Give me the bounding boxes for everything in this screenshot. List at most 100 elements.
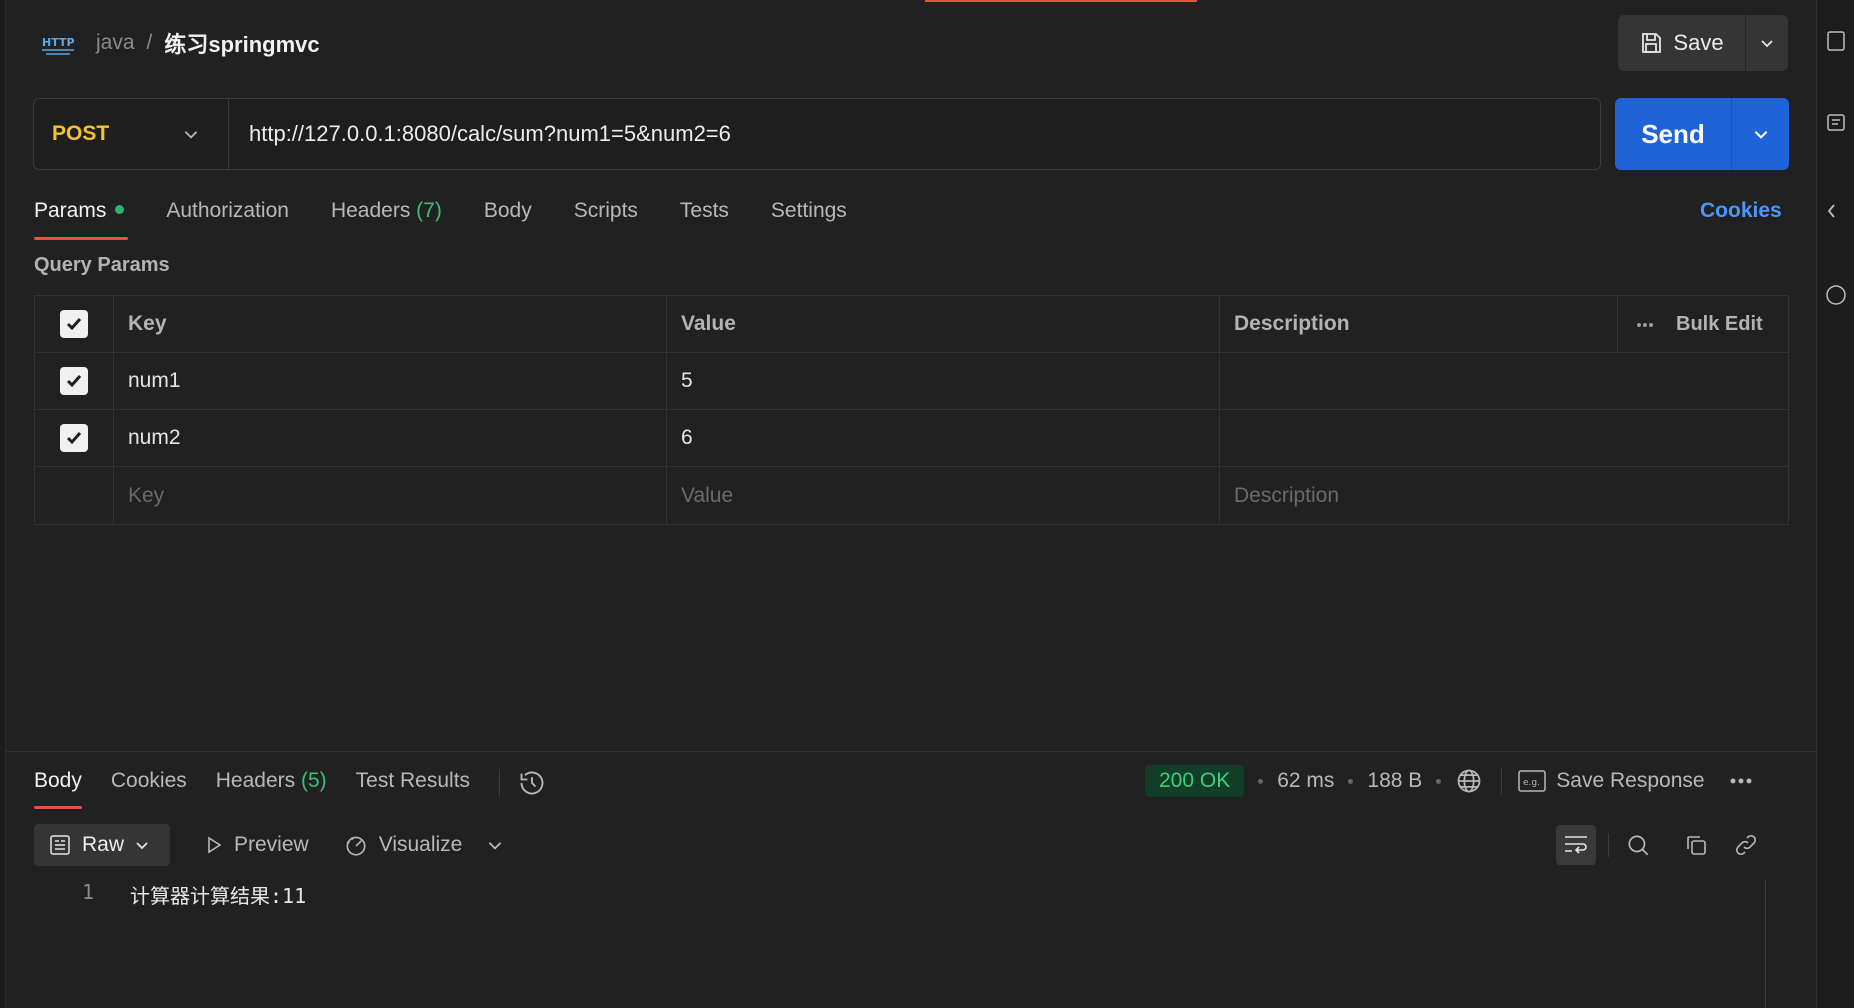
search-button[interactable] [1613,825,1663,865]
info-icon[interactable] [1825,284,1847,306]
param-value-cell[interactable]: 5 [667,353,1220,409]
table-row-empty: Key Value Description [35,467,1788,524]
save-icon [1642,33,1662,53]
tab-scripts[interactable]: Scripts [574,196,638,240]
params-active-dot [115,204,125,214]
chevron-down-icon [1754,131,1767,139]
checkmark-icon [66,318,82,331]
headers-count: (7) [416,199,442,222]
row-checkbox[interactable] [60,424,88,452]
editor-scrollbar[interactable] [1765,880,1766,1008]
preview-button[interactable]: Preview [204,833,309,857]
code-snippet-icon[interactable] [1825,200,1847,222]
raw-text-icon [50,835,70,855]
bulk-edit-button[interactable]: Bulk Edit [1676,313,1763,336]
description-column-header: Description Bulk Edit [1220,296,1788,353]
query-params-table: Key Value Description Bulk Edit num1 5 n… [34,295,1789,525]
save-label: Save [1673,30,1724,55]
request-tabs: Params Authorization Headers (7) Body Sc… [34,196,889,240]
globe-icon[interactable] [1455,767,1483,795]
response-body-text[interactable]: 计算器计算结果:11 [130,880,306,909]
line-number: 1 [81,880,94,904]
active-tab-indicator [925,0,1197,2]
select-all-cell [35,296,114,352]
save-button-group: Save [1618,15,1788,71]
request-header: HTTP java / 练习springmvc [30,18,320,68]
tab-tests[interactable]: Tests [680,196,729,240]
wrap-lines-button[interactable] [1556,825,1596,865]
response-tab-headers[interactable]: Headers (5) [216,765,327,809]
table-row: num2 6 [35,410,1788,467]
send-button-group: Send [1615,98,1789,170]
more-options-icon[interactable] [1729,777,1753,785]
chevron-down-icon[interactable] [486,836,504,854]
param-description-cell[interactable] [1220,410,1788,466]
response-divider[interactable] [6,751,1816,752]
dot-separator [1258,778,1264,784]
save-response-label: Save Response [1556,769,1705,792]
more-options-icon[interactable] [1636,322,1654,328]
save-options-dropdown[interactable] [1746,15,1788,71]
wrap-lines-icon [1565,836,1587,854]
tab-settings[interactable]: Settings [771,196,847,240]
response-status-line: 200 OK 62 ms 188 B e.g. Save Response [1145,763,1753,799]
response-time[interactable]: 62 ms [1277,769,1334,793]
param-description-cell[interactable] [1220,353,1788,409]
bulk-edit-area: Bulk Edit [1617,296,1787,353]
response-size[interactable]: 188 B [1367,769,1422,793]
send-button[interactable]: Send [1615,98,1732,170]
divider [1608,833,1609,857]
tab-params[interactable]: Params [34,196,129,240]
dot-separator [1436,778,1442,784]
param-key-cell[interactable]: num1 [114,353,667,409]
method-select[interactable]: POST [34,99,229,169]
dot-separator [1348,778,1354,784]
row-checkbox[interactable] [60,367,88,395]
copy-icon [1687,836,1706,855]
format-select[interactable]: Raw [34,824,170,866]
breadcrumb-collection[interactable]: java [96,31,135,55]
new-value-input[interactable]: Value [667,467,1220,524]
description-header-label: Description [1234,312,1350,335]
param-key-cell[interactable]: num2 [114,410,667,466]
link-button[interactable] [1721,825,1771,865]
tab-headers[interactable]: Headers (7) [331,196,442,240]
row-checkbox-cell [35,353,114,409]
response-headers-count: (5) [300,769,327,792]
chevron-down-icon [136,842,148,850]
cookies-link[interactable]: Cookies [1700,196,1782,226]
response-body-editor[interactable]: 1 计算器计算结果:11 [80,880,306,909]
url-input[interactable]: http://127.0.0.1:8080/calc/sum?num1=5&nu… [229,121,731,147]
select-all-checkbox[interactable] [60,310,88,338]
search-icon [1628,835,1649,856]
request-title[interactable]: 练习springmvc [164,27,319,59]
new-description-input[interactable]: Description [1220,467,1788,524]
response-tab-cookies[interactable]: Cookies [111,765,187,809]
chevron-down-icon [1761,40,1773,48]
copy-button[interactable] [1671,825,1721,865]
response-tab-body[interactable]: Body [34,765,82,809]
response-tab-test-results[interactable]: Test Results [356,765,470,809]
tab-authorization[interactable]: Authorization [166,196,289,240]
history-icon[interactable] [518,769,546,797]
visualize-button[interactable]: Visualize [343,832,462,858]
svg-text:e.g.: e.g. [1523,778,1540,788]
response-tools [1556,824,1771,866]
param-value-cell[interactable]: 6 [667,410,1220,466]
send-options-dropdown[interactable] [1732,98,1789,170]
http-icon: HTTP [42,36,75,55]
status-badge[interactable]: 200 OK [1145,765,1245,797]
value-column-header: Value [667,296,1220,352]
response-tabs: Body Cookies Headers (5) Test Results [34,765,546,809]
new-key-input[interactable]: Key [114,467,667,524]
query-params-title: Query Params [34,254,170,276]
save-button[interactable]: Save [1618,15,1746,71]
documentation-icon[interactable] [1825,30,1847,52]
tab-body[interactable]: Body [484,196,532,240]
comments-icon[interactable] [1825,112,1847,134]
svg-text:HTTP: HTTP [42,36,75,49]
preview-label: Preview [234,833,309,856]
save-response-button[interactable]: e.g. Save Response [1518,769,1705,793]
visualize-icon [346,836,366,856]
table-row: num1 5 [35,353,1788,410]
